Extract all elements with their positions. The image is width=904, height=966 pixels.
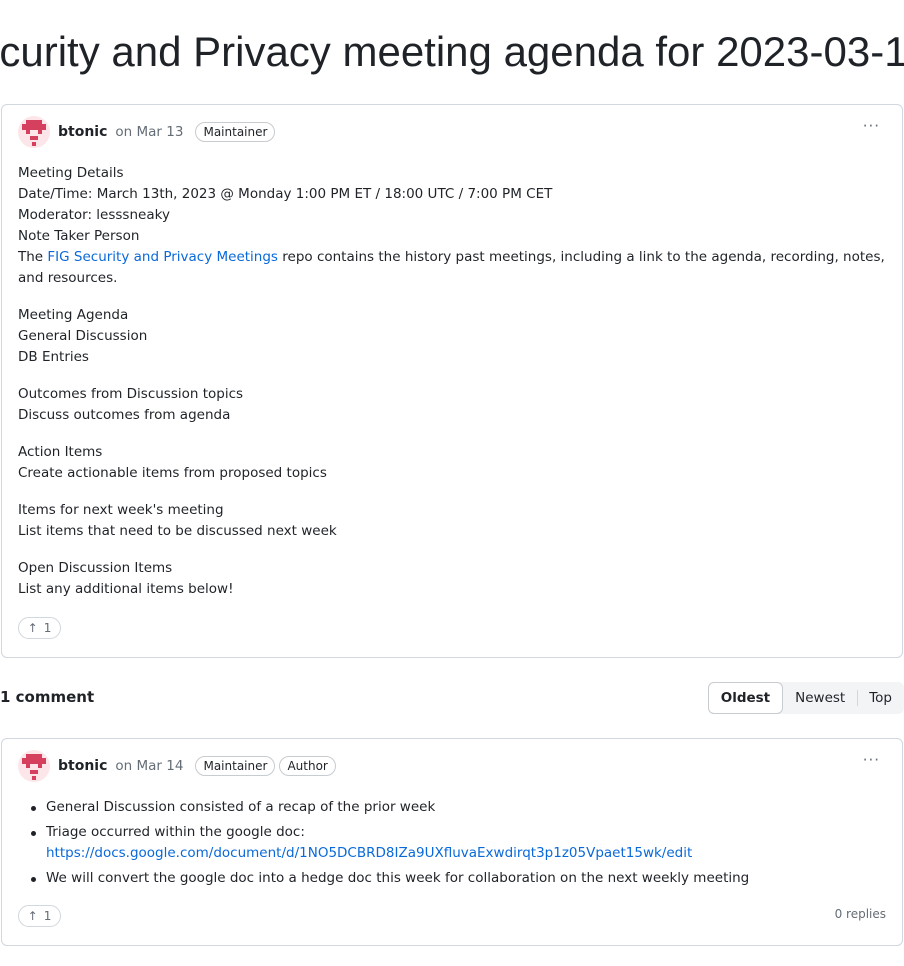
sort-top-button[interactable]: Top (857, 682, 904, 714)
action-items-section: Action Items Create actionable items fro… (18, 444, 327, 481)
maintainer-badge: Maintainer (195, 122, 276, 142)
arrow-up-icon: ↑ (27, 909, 38, 923)
page-title: ecurity and Privacy meeting agenda for 2… (0, 28, 904, 75)
sort-newest-button[interactable]: Newest (783, 682, 857, 714)
arrow-up-icon: ↑ (27, 621, 38, 635)
meeting-details: Meeting Details Date/Time: March 13th, 2… (18, 165, 885, 286)
sort-oldest-button[interactable]: Oldest (707, 682, 784, 714)
upvote-button[interactable]: ↑ 1 (18, 905, 61, 927)
avatar[interactable] (18, 116, 50, 148)
list-item: Triage occurred within the google doc: h… (18, 822, 886, 864)
comment-date[interactable]: on Mar 14 (115, 758, 183, 774)
upvote-count: 1 (43, 621, 52, 635)
replies-count[interactable]: 0 replies (835, 907, 886, 921)
more-options-icon[interactable]: ··· (863, 751, 880, 769)
discussion-post: btonic on Mar 13 Maintainer ··· Meeting … (1, 104, 903, 658)
next-week-section: Items for next week's meeting List items… (18, 502, 337, 539)
author-name[interactable]: btonic (58, 124, 107, 140)
sort-tabs: Oldest Newest Top (707, 682, 904, 714)
open-discussion-section: Open Discussion Items List any additiona… (18, 560, 234, 597)
comment-list: General Discussion consisted of a recap … (18, 797, 886, 889)
comments-count: 1 comment (0, 688, 95, 706)
comment: btonic on Mar 14 Maintainer Author ··· G… (1, 738, 903, 946)
more-options-icon[interactable]: ··· (863, 117, 880, 135)
repo-link[interactable]: FIG Security and Privacy Meetings (47, 249, 278, 265)
list-item: General Discussion consisted of a recap … (18, 797, 886, 818)
upvote-count: 1 (43, 909, 52, 923)
comment-body: General Discussion consisted of a recap … (18, 797, 886, 893)
comments-toolbar: 1 comment Oldest Newest Top (0, 680, 904, 716)
list-item: We will convert the google doc into a he… (18, 868, 886, 889)
avatar[interactable] (18, 750, 50, 782)
outcomes-section: Outcomes from Discussion topics Discuss … (18, 386, 244, 423)
post-body: Meeting Details Date/Time: March 13th, 2… (18, 163, 886, 616)
meeting-agenda: Meeting Agenda General Discussion DB Ent… (18, 307, 148, 365)
maintainer-badge: Maintainer (195, 756, 276, 776)
upvote-button[interactable]: ↑ 1 (18, 617, 61, 639)
google-doc-link[interactable]: https://docs.google.com/document/d/1NO5D… (46, 845, 692, 861)
comment-header: btonic on Mar 14 Maintainer Author (18, 749, 340, 783)
author-badge: Author (279, 756, 336, 776)
author-name[interactable]: btonic (58, 758, 107, 774)
post-header: btonic on Mar 13 Maintainer (18, 115, 279, 149)
post-date[interactable]: on Mar 13 (115, 124, 183, 140)
